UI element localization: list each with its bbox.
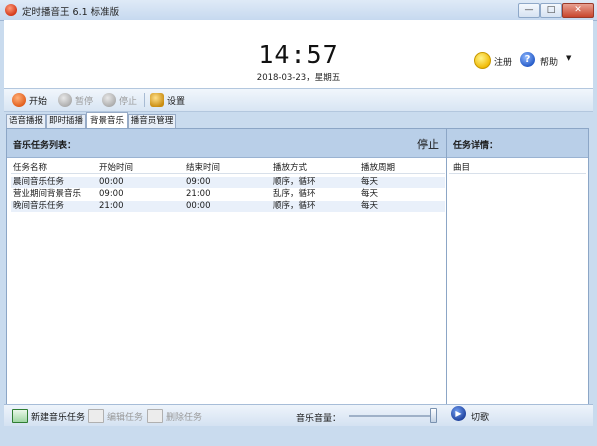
delete-task-icon (147, 409, 163, 423)
settings-button[interactable]: 设置 (150, 89, 185, 111)
volume-label: 音乐音量： (296, 414, 342, 424)
edit-task-button[interactable]: 编辑任务 (88, 405, 143, 427)
cell-start-time: 00:00 (99, 177, 124, 187)
tab-strip: 语音播报 即时插播 背景音乐 播音员管理 (4, 112, 593, 129)
clock-date: 2018-03-23，星期五 (256, 73, 341, 83)
column-divider (449, 173, 586, 174)
task-list-title: 音乐任务列表： (13, 141, 77, 151)
delete-task-label: 删除任务 (166, 412, 203, 423)
app-icon (5, 4, 17, 16)
new-music-task-button[interactable]: 新建音乐任务 (12, 405, 85, 427)
column-header-play-cycle[interactable]: 播放周期 (361, 161, 395, 173)
cell-end-time: 21:00 (186, 189, 211, 199)
cell-play-cycle: 每天 (361, 189, 379, 199)
table-row[interactable]: 营业期间背景音乐 09:00 21:00 乱序，循环 每天 (11, 189, 445, 200)
smiley-icon[interactable] (474, 52, 491, 69)
column-header-end-time[interactable]: 结束时间 (186, 161, 220, 173)
toolbar: 开始 暂停 停止 设置 (4, 88, 593, 112)
stop-icon (102, 93, 116, 107)
column-header-track[interactable]: 曲目 (453, 161, 470, 173)
stop-button[interactable]: 停止 (102, 89, 137, 111)
register-link[interactable]: 注册 (494, 55, 512, 68)
cell-play-cycle: 每天 (361, 177, 379, 187)
next-song-icon[interactable]: ▶ (451, 406, 466, 421)
start-label: 开始 (29, 96, 48, 107)
minimize-button[interactable]: — (518, 3, 540, 18)
clock-header: 14:57 2018-03-23，星期五 注册 ? 帮助 ▼ (4, 20, 593, 88)
status-bar (0, 426, 597, 446)
settings-icon (150, 93, 164, 107)
cell-play-cycle: 每天 (361, 201, 379, 211)
cell-play-mode: 顺序，循环 (273, 201, 316, 211)
settings-label: 设置 (167, 96, 186, 107)
task-details-title: 任务详情： (453, 141, 499, 151)
tab-instant-insert[interactable]: 即时插播 (46, 114, 86, 128)
cell-start-time: 21:00 (99, 201, 124, 211)
add-task-icon (12, 409, 28, 423)
cell-start-time: 09:00 (99, 189, 124, 199)
column-header-start-time[interactable]: 开始时间 (99, 161, 133, 173)
bottom-bar: 新建音乐任务 编辑任务 删除任务 音乐音量： (4, 404, 593, 427)
cell-end-time: 09:00 (186, 177, 211, 187)
start-button[interactable]: 开始 (12, 89, 47, 111)
toolbar-divider (144, 93, 145, 107)
stop-label: 停止 (119, 96, 138, 107)
column-header-task-name[interactable]: 任务名称 (13, 161, 47, 173)
title-bar: 定时播音王 6.1 标准版 — □ ✕ (0, 0, 597, 21)
maximize-button[interactable]: □ (540, 3, 562, 18)
cell-task-name: 晚间音乐任务 (13, 201, 65, 211)
tab-announcer-management[interactable]: 播音员管理 (128, 114, 176, 128)
edit-task-label: 编辑任务 (107, 412, 144, 423)
table-row[interactable]: 晨间音乐任务 00:00 09:00 顺序，循环 每天 (11, 177, 445, 188)
delete-task-button[interactable]: 删除任务 (147, 405, 202, 427)
cell-play-mode: 顺序，循环 (273, 177, 316, 187)
edit-task-icon (88, 409, 104, 423)
cell-task-name: 晨间音乐任务 (13, 177, 65, 187)
close-button[interactable]: ✕ (562, 3, 594, 18)
cell-end-time: 00:00 (186, 201, 211, 211)
window-title: 定时播音王 6.1 标准版 (22, 7, 120, 18)
play-icon (12, 93, 26, 107)
column-header-play-mode[interactable]: 播放方式 (273, 161, 307, 173)
table-row[interactable]: 晚间音乐任务 21:00 00:00 顺序，循环 每天 (11, 201, 445, 212)
switch-song-button[interactable]: 切歌 (471, 410, 489, 423)
task-list-header: 音乐任务列表： 停止 (7, 129, 447, 158)
help-dropdown-arrow[interactable]: ▼ (566, 54, 571, 62)
help-icon[interactable]: ? (520, 52, 535, 67)
pause-button[interactable]: 暂停 (58, 89, 93, 111)
volume-slider-track[interactable] (349, 415, 437, 417)
column-divider (11, 173, 445, 174)
volume-slider-thumb[interactable] (430, 408, 438, 423)
new-task-label: 新建音乐任务 (31, 412, 86, 423)
cell-play-mode: 乱序，循环 (273, 189, 316, 199)
task-details-header: 任务详情： (447, 129, 588, 158)
pause-icon (58, 93, 72, 107)
play-status: 停止 (417, 138, 439, 151)
pause-label: 暂停 (75, 96, 94, 107)
help-link[interactable]: 帮助 (540, 55, 558, 68)
cell-task-name: 营业期间背景音乐 (13, 189, 82, 199)
tab-voice-broadcast[interactable]: 语音播报 (6, 114, 46, 128)
task-details-panel: 任务详情： 曲目 (446, 128, 589, 406)
task-list-panel: 音乐任务列表： 停止 任务名称 开始时间 结束时间 播放方式 播放周期 晨间音乐… (6, 128, 448, 406)
tab-background-music[interactable]: 背景音乐 (86, 112, 128, 129)
